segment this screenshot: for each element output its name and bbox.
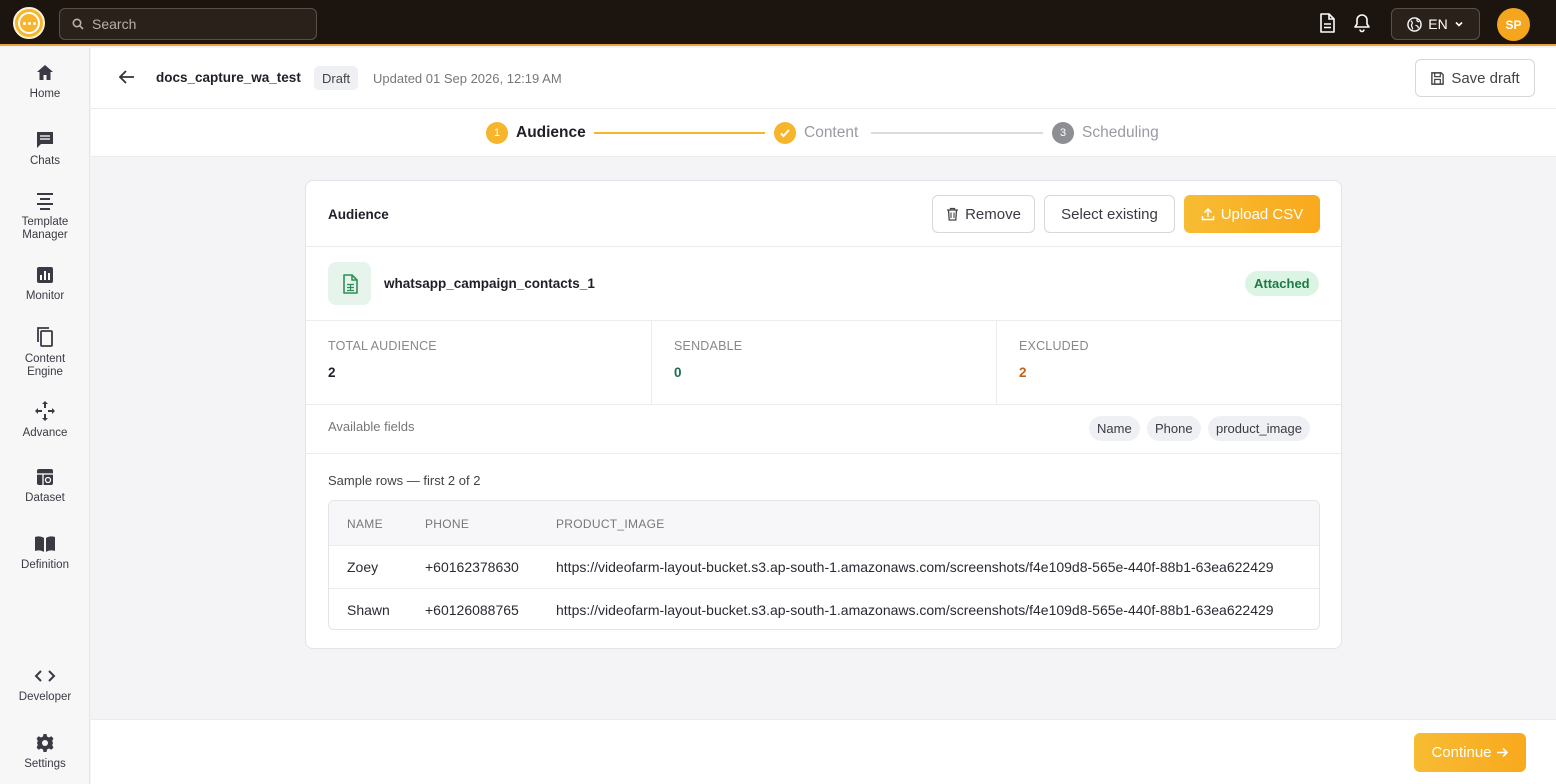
step-content[interactable]: Content: [804, 124, 858, 142]
home-icon: [37, 65, 53, 80]
updated-timestamp: Updated 01 Sep 2026, 12:19 AM: [373, 71, 562, 86]
sidebar-item-definition[interactable]: Definition: [0, 534, 90, 572]
sidebar-item-developer[interactable]: Developer: [0, 666, 90, 704]
divider: [996, 321, 997, 405]
step-audience[interactable]: Audience: [516, 124, 586, 142]
field-chip: Phone: [1147, 416, 1201, 441]
column-header: PRODUCT_IMAGE: [556, 517, 665, 531]
step-connector: [594, 132, 765, 134]
sidebar-item-template-manager[interactable]: Template Manager: [0, 191, 90, 242]
available-fields-label: Available fields: [328, 419, 415, 434]
chat-icon: [37, 132, 53, 148]
trash-icon: [947, 207, 959, 221]
stat-excluded: EXCLUDED 2: [1019, 339, 1089, 380]
back-button[interactable]: [118, 68, 138, 88]
column-header: PHONE: [425, 517, 470, 531]
cell-phone: +60126088765: [425, 602, 519, 618]
arrow-right-icon: [1496, 747, 1508, 758]
book-icon: [35, 536, 55, 552]
cell-name: Shawn: [347, 602, 390, 618]
avatar[interactable]: SP: [1497, 8, 1530, 41]
cell-phone: +60162378630: [425, 559, 519, 575]
language-selector[interactable]: EN: [1391, 8, 1480, 40]
search-box[interactable]: [59, 8, 317, 40]
document-icon[interactable]: [1317, 13, 1337, 33]
continue-button[interactable]: Continue: [1414, 733, 1526, 772]
sidebar-item-chats[interactable]: Chats: [0, 130, 90, 168]
save-draft-button[interactable]: Save draft: [1415, 59, 1535, 97]
logo-mark: [18, 12, 40, 34]
globe-icon: [1407, 16, 1423, 32]
divider: [306, 320, 1341, 321]
spreadsheet-file-icon: [328, 262, 371, 305]
stat-label: TOTAL AUDIENCE: [328, 339, 437, 353]
field-chip: product_image: [1208, 416, 1310, 441]
top-bar: EN SP: [0, 0, 1556, 46]
sidebar-item-monitor[interactable]: Monitor: [0, 265, 90, 303]
bell-icon[interactable]: [1352, 13, 1372, 33]
stat-sendable: SENDABLE 0: [674, 339, 742, 380]
sidebar-item-advance[interactable]: Advance: [0, 400, 90, 440]
remove-button[interactable]: Remove: [932, 195, 1035, 233]
copy-icon: [37, 327, 53, 347]
arrows-icon: [35, 401, 55, 421]
divider: [306, 453, 1341, 454]
upload-icon: [1201, 207, 1214, 221]
audience-card: Audience Remove Select existing Upload C…: [305, 180, 1342, 649]
stat-value: 0: [674, 365, 682, 380]
footer-bar: Continue: [91, 719, 1556, 784]
cell-product-image: https://videofarm-layout-bucket.s3.ap-so…: [556, 602, 1274, 618]
cell-product-image: https://videofarm-layout-bucket.s3.ap-so…: [556, 559, 1274, 575]
search-icon: [72, 18, 84, 30]
attached-badge: Attached: [1245, 271, 1319, 296]
campaign-name: docs_capture_wa_test: [156, 70, 301, 85]
card-title: Audience: [328, 207, 389, 222]
sample-table: NAME PHONE PRODUCT_IMAGE Zoey +601623786…: [328, 500, 1320, 630]
select-existing-button[interactable]: Select existing: [1044, 195, 1175, 233]
divider: [651, 321, 652, 405]
gear-icon: [36, 734, 54, 752]
chevron-down-icon: [1455, 21, 1463, 27]
logo[interactable]: [13, 7, 45, 39]
sidebar-item-dataset[interactable]: Dataset: [0, 467, 90, 505]
stat-label: SENDABLE: [674, 339, 743, 353]
language-label: EN: [1428, 16, 1448, 32]
template-icon: [37, 193, 53, 210]
stepper: 1 Audience Content 3 Scheduling: [91, 109, 1556, 157]
sidebar-item-settings[interactable]: Settings: [0, 733, 90, 771]
divider: [306, 246, 1341, 247]
step-3-number: 3: [1052, 122, 1074, 144]
check-icon: [774, 122, 796, 144]
field-chip: Name: [1089, 416, 1140, 441]
table-header: NAME PHONE PRODUCT_IMAGE: [329, 501, 1319, 546]
step-connector: [871, 132, 1043, 134]
code-icon: [34, 670, 56, 682]
search-input[interactable]: [92, 16, 292, 32]
monitor-icon: [37, 267, 53, 283]
table-row: Zoey +60162378630 https://videofarm-layo…: [329, 546, 1319, 589]
dataset-icon: [37, 469, 53, 485]
step-scheduling[interactable]: Scheduling: [1082, 124, 1159, 142]
stat-value: 2: [1019, 365, 1027, 380]
column-header: NAME: [347, 517, 383, 531]
stat-total-audience: TOTAL AUDIENCE 2: [328, 339, 437, 380]
sidebar: Home Chats Template Manager Monitor Cont…: [0, 48, 90, 784]
sample-rows-label: Sample rows — first 2 of 2: [328, 473, 481, 488]
upload-csv-button[interactable]: Upload CSV: [1184, 195, 1320, 233]
file-name: whatsapp_campaign_contacts_1: [384, 276, 595, 291]
save-icon: [1431, 71, 1445, 85]
status-badge: Draft: [314, 66, 359, 90]
divider: [306, 404, 1341, 405]
sidebar-item-home[interactable]: Home: [0, 63, 90, 101]
step-1-number: 1: [486, 122, 508, 144]
cell-name: Zoey: [347, 559, 379, 575]
campaign-header: docs_capture_wa_test Draft Updated 01 Se…: [91, 48, 1556, 109]
arrow-left-icon: [118, 70, 134, 84]
stat-value: 2: [328, 365, 336, 380]
stat-label: EXCLUDED: [1019, 339, 1089, 353]
sidebar-item-content-engine[interactable]: Content Engine: [0, 326, 90, 379]
table-row: Shawn +60126088765 https://videofarm-lay…: [329, 589, 1319, 629]
